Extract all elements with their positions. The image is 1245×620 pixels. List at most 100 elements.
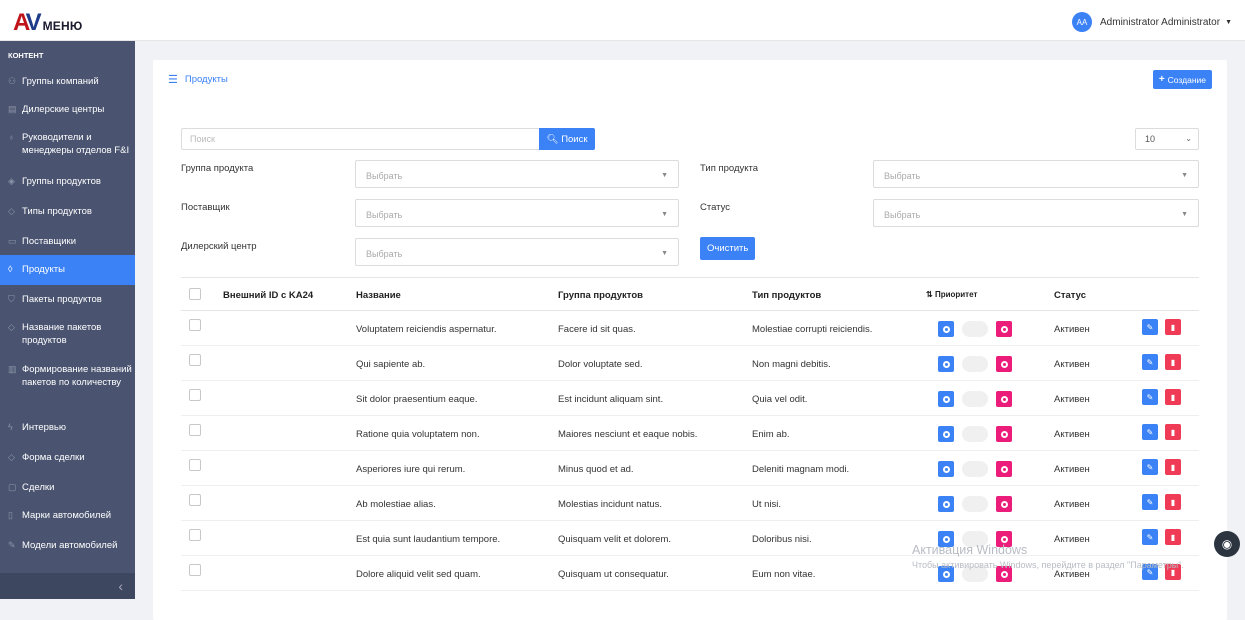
row-checkbox[interactable]	[189, 494, 201, 506]
sidebar-item-label: Дилерские центры	[22, 104, 105, 115]
product-type-label: Тип продукта	[700, 163, 759, 174]
dealer-placeholder: Выбрать	[366, 249, 403, 259]
row-checkbox[interactable]	[189, 354, 201, 366]
delete-button[interactable]: ▮	[1165, 459, 1181, 475]
delete-button[interactable]: ▮	[1165, 354, 1181, 370]
circle-icon	[942, 500, 950, 508]
create-button[interactable]: + Создание	[1152, 70, 1212, 89]
cell-name: Dolore aliquid velit sed quam.	[356, 569, 481, 580]
edit-button[interactable]: ✎	[1142, 389, 1158, 405]
search-button[interactable]: 🔍︎ Поиск	[539, 128, 595, 150]
delete-button[interactable]: ▮	[1165, 319, 1181, 335]
cell-group: Molestias incidunt natus.	[558, 499, 663, 510]
priority-controls	[938, 461, 1012, 477]
priority-toggle[interactable]	[962, 461, 988, 477]
plus-icon: +	[1158, 74, 1165, 85]
delete-button[interactable]: ▮	[1165, 494, 1181, 510]
sidebar-item[interactable]: ◇ Типы продуктов	[0, 197, 135, 227]
priority-toggle[interactable]	[962, 356, 988, 372]
search-input[interactable]: Поиск	[181, 128, 539, 150]
user-menu[interactable]: AA Administrator Administrator ▼	[1072, 12, 1232, 32]
product-group-select[interactable]: Выбрать ▼	[355, 160, 679, 188]
priority-up-button[interactable]	[938, 356, 954, 372]
select-all-checkbox[interactable]	[189, 288, 201, 300]
sidebar-item-label: Сделки	[22, 482, 55, 493]
priority-toggle[interactable]	[962, 391, 988, 407]
breadcrumb-label[interactable]: Продукты	[185, 74, 228, 85]
cell-group: Quisquam ut consequatur.	[558, 569, 669, 580]
priority-down-button[interactable]	[996, 391, 1012, 407]
sidebar-item[interactable]: ▥ Формирование названий пакетов по количе…	[0, 355, 135, 413]
edit-button[interactable]: ✎	[1142, 529, 1158, 545]
edit-button[interactable]: ✎	[1142, 459, 1158, 475]
row-checkbox[interactable]	[189, 319, 201, 331]
supplier-placeholder: Выбрать	[366, 210, 403, 220]
sidebar: КОНТЕНТ ⚇ Группы компаний ▤ Дилерские центр…	[0, 41, 135, 599]
edit-button[interactable]: ✎	[1142, 424, 1158, 440]
priority-down-button[interactable]	[996, 426, 1012, 442]
supplier-select[interactable]: Выбрать ▼	[355, 199, 679, 227]
product-type-placeholder: Выбрать	[884, 171, 921, 181]
column-priority[interactable]: ⇅ Приоритет	[926, 290, 977, 299]
edit-button[interactable]: ✎	[1142, 494, 1158, 510]
logo[interactable]: AV МЕНЮ	[13, 10, 82, 35]
delete-button[interactable]: ▮	[1165, 389, 1181, 405]
table-row: Voluptatem reiciendis aspernatur. Facere …	[181, 311, 1199, 346]
cell-group: Dolor voluptate sed.	[558, 359, 643, 370]
delete-button[interactable]: ▮	[1165, 424, 1181, 440]
row-checkbox[interactable]	[189, 564, 201, 576]
status-select[interactable]: Выбрать ▼	[873, 199, 1199, 227]
priority-up-button[interactable]	[938, 496, 954, 512]
clear-filters-button[interactable]: Очистить	[700, 237, 756, 260]
sidebar-item[interactable]: ◇ Форма сделки	[0, 443, 135, 473]
edit-icon: ✎	[1146, 427, 1154, 437]
priority-controls	[938, 496, 1012, 512]
sidebar-collapse-button[interactable]: ‹	[0, 573, 135, 599]
caret-down-icon: ▼	[661, 211, 668, 218]
sidebar-item[interactable]: ϟ Интервью	[0, 413, 135, 443]
sidebar-item[interactable]: ▭ Поставщики	[0, 227, 135, 255]
dealer-select[interactable]: Выбрать ▼	[355, 238, 679, 266]
sidebar-item[interactable]: ◈ Группы продуктов	[0, 167, 135, 197]
circle-icon	[1000, 395, 1008, 403]
row-checkbox[interactable]	[189, 389, 201, 401]
sidebar-item-label: Формирование названий пакетов по количес…	[22, 364, 132, 388]
trash-icon: ▮	[1170, 322, 1176, 332]
sidebar-item[interactable]: ▤ Дилерские центры	[0, 95, 135, 123]
sidebar-item[interactable]: ⚇ Группы компаний	[0, 67, 135, 95]
per-page-select[interactable]: 10 ⌄	[1135, 128, 1199, 150]
edit-button[interactable]: ✎	[1142, 319, 1158, 335]
priority-up-button[interactable]	[938, 426, 954, 442]
priority-toggle[interactable]	[962, 426, 988, 442]
priority-toggle[interactable]	[962, 496, 988, 512]
priority-down-button[interactable]	[996, 356, 1012, 372]
sidebar-item[interactable]: ◇ Название пакетов продуктов	[0, 313, 135, 355]
priority-up-button[interactable]	[938, 391, 954, 407]
sidebar-item[interactable]: ▢ Сделки	[0, 473, 135, 501]
circle-icon	[942, 570, 950, 578]
column-status: Статус	[1054, 290, 1087, 301]
sidebar-item[interactable]: ♁ Руководители и менеджеры отделов F&I	[0, 123, 135, 167]
sidebar-item[interactable]: ▯ Марки автомобилей	[0, 501, 135, 531]
priority-down-button[interactable]	[996, 461, 1012, 477]
widget-icon[interactable]: ◉	[1214, 531, 1240, 557]
sidebar-item[interactable]: ✎ Модели автомобилей	[0, 531, 135, 571]
priority-up-button[interactable]	[938, 461, 954, 477]
priority-down-button[interactable]	[996, 321, 1012, 337]
row-checkbox[interactable]	[189, 424, 201, 436]
circle-icon	[942, 395, 950, 403]
priority-down-button[interactable]	[996, 496, 1012, 512]
row-checkbox[interactable]	[189, 459, 201, 471]
priority-up-button[interactable]	[938, 321, 954, 337]
edit-button[interactable]: ✎	[1142, 354, 1158, 370]
circle-icon	[1000, 500, 1008, 508]
priority-toggle[interactable]	[962, 321, 988, 337]
sidebar-item[interactable]: ◊ Продукты	[0, 255, 135, 285]
table-row: Est quia sunt laudantium tempore. Quisqua…	[181, 521, 1199, 556]
product-type-select[interactable]: Выбрать ▼	[873, 160, 1199, 188]
row-checkbox[interactable]	[189, 529, 201, 541]
sidebar-item[interactable]: ⛉ Пакеты продуктов	[0, 285, 135, 313]
windows-activation-title: Активация Windows	[912, 543, 1028, 557]
tag-icon: ◇	[8, 452, 15, 462]
delete-button[interactable]: ▮	[1165, 529, 1181, 545]
